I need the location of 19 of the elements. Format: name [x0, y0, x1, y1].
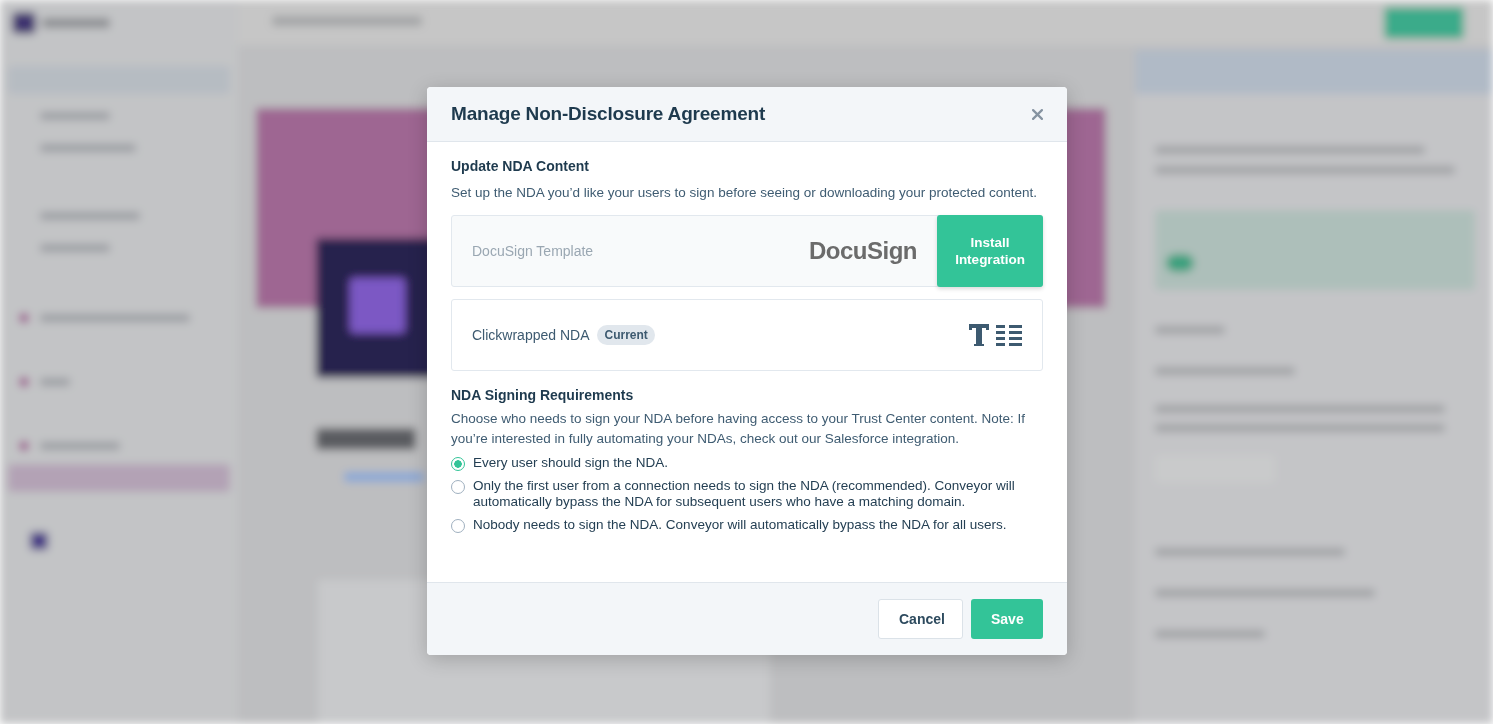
docusign-logo: DocuSign	[809, 237, 917, 265]
section-heading: NDA Signing Requirements	[451, 387, 634, 403]
option-label: DocuSign Template	[472, 243, 594, 259]
radio-label[interactable]: Every user should sign the NDA.	[473, 455, 669, 472]
section-description: Set up the NDA you’d like your users to sign before seeing or downloading your protected content.	[451, 184, 1038, 202]
radio-button[interactable]	[451, 518, 465, 533]
section-description: Choose who needs to sign your NDA before having access to your Trust Center content. Note: If you’re interested in fully automating your NDAs, check out our Salesforce integration.	[451, 410, 1027, 448]
radio-button[interactable]	[451, 457, 465, 471]
nda-option[interactable]: Clickwrapped NDA Current	[451, 299, 1043, 371]
cancel-button[interactable]: Cancel	[878, 599, 963, 639]
radio-label[interactable]: Only the first user from a connection needs to sign the NDA (recommended). Conveyor will automatically bypass the NDA for subsequent users who have a matching domain.	[473, 477, 1038, 511]
option-label: Clickwrapped NDA	[472, 327, 590, 343]
radio-label[interactable]: Nobody needs to sign the NDA. Conveyor will automatically bypass the NDA for all users.	[473, 516, 1007, 533]
text-format-icon	[968, 323, 1022, 347]
close-icon[interactable]	[1032, 108, 1043, 120]
section-heading: Update NDA Content	[451, 158, 589, 174]
current-badge: Current	[597, 325, 655, 345]
dialog-title: Manage Non-Disclosure Agreement	[451, 103, 766, 125]
radio-button[interactable]	[451, 479, 465, 494]
